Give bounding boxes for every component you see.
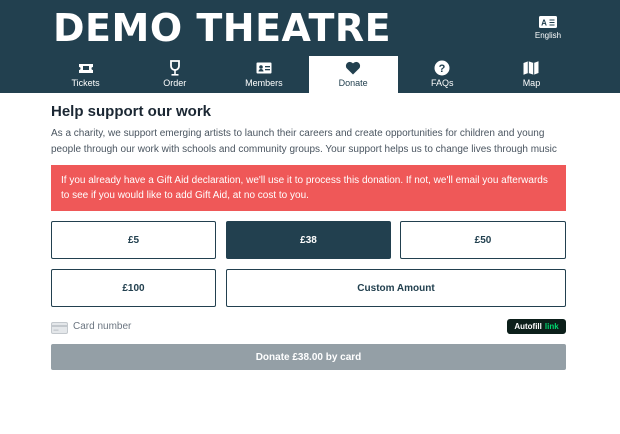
svg-text:?: ?: [439, 63, 446, 75]
translate-icon: A: [539, 16, 557, 28]
gift-aid-notice: If you already have a Gift Aid declarati…: [51, 165, 566, 211]
intro-text: As a charity, we support emerging artist…: [51, 128, 557, 155]
nav-map[interactable]: Map: [487, 56, 576, 93]
card-number-field[interactable]: Card number Autofill link: [51, 318, 566, 338]
nav-label: FAQs: [431, 78, 454, 88]
nav-label: Map: [522, 78, 541, 88]
nav-members[interactable]: Members: [219, 56, 308, 93]
amount-button-100[interactable]: £100: [51, 269, 216, 307]
question-icon: ?: [434, 60, 450, 76]
glass-icon: [169, 60, 180, 76]
amount-button-50[interactable]: £50: [400, 221, 566, 259]
svg-text:A: A: [541, 19, 547, 28]
site-header: DEMO THEATRE A English Tickets Order Mem…: [0, 0, 620, 93]
main-nav: Tickets Order Members Donate ? FAQs Map: [41, 56, 576, 93]
language-selector[interactable]: A English: [530, 16, 566, 40]
heart-icon: [346, 61, 361, 75]
nav-order[interactable]: Order: [130, 56, 219, 93]
ticket-icon: [78, 64, 93, 73]
nav-label: Donate: [338, 78, 368, 88]
credit-card-icon: [51, 322, 68, 334]
page-title: Help support our work: [51, 103, 212, 120]
nav-donate[interactable]: Donate: [308, 56, 398, 93]
nav-label: Order: [163, 78, 187, 88]
nav-tickets[interactable]: Tickets: [41, 56, 130, 93]
nav-faqs[interactable]: ? FAQs: [398, 56, 487, 93]
nav-label: Members: [245, 78, 283, 88]
map-icon: [523, 61, 539, 75]
site-logo[interactable]: DEMO THEATRE: [53, 6, 391, 50]
language-label: English: [534, 31, 562, 40]
autofill-text: Autofill: [514, 322, 542, 331]
member-card-icon: [256, 62, 272, 74]
card-number-placeholder: Card number: [73, 321, 132, 332]
donate-by-card-button[interactable]: Donate £38.00 by card: [51, 344, 566, 370]
amount-button-38[interactable]: £38: [226, 221, 391, 259]
custom-amount-button[interactable]: Custom Amount: [226, 269, 566, 307]
link-brand-text: link: [544, 322, 559, 331]
nav-label: Tickets: [71, 78, 100, 88]
amount-button-5[interactable]: £5: [51, 221, 216, 259]
autofill-link-button[interactable]: Autofill link: [507, 319, 566, 334]
